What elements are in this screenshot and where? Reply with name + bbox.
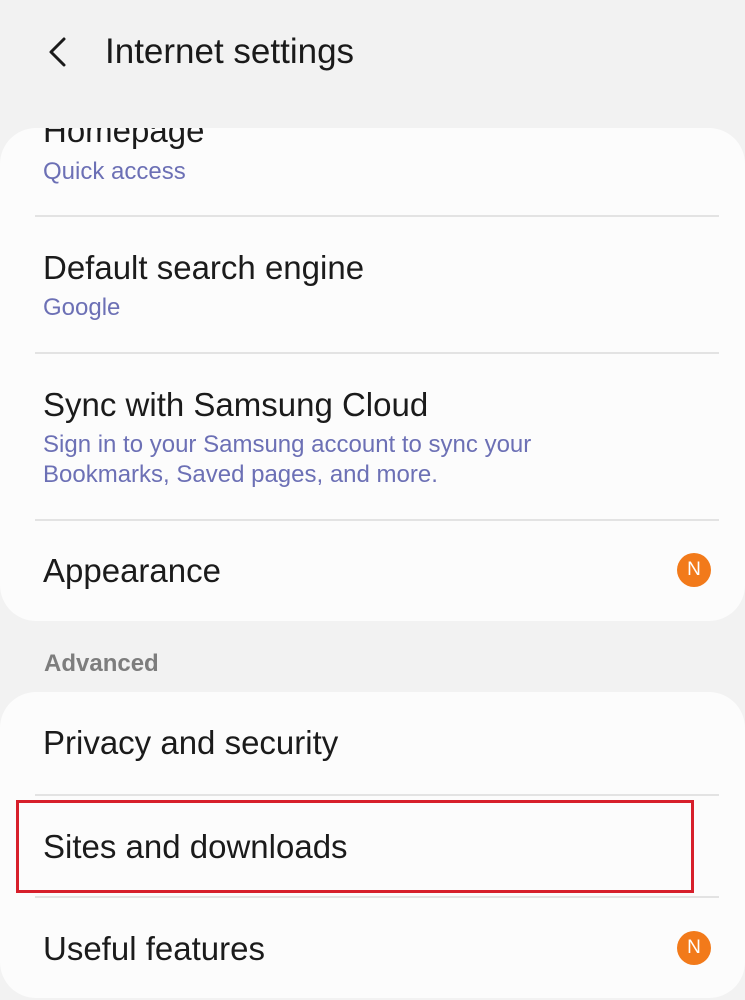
settings-item-subtitle: Bookmarks, Saved pages, and more. — [43, 461, 438, 488]
settings-item-title: Useful features — [43, 930, 265, 967]
settings-item-subtitle: Sign in to your Samsung account to sync … — [43, 431, 532, 458]
settings-item-privacy-security[interactable]: Privacy and security — [0, 692, 745, 794]
back-button[interactable] — [36, 30, 80, 74]
page-title: Internet settings — [105, 32, 355, 71]
advanced-settings-card: Privacy and security Sites and downloads… — [0, 692, 745, 998]
settings-item-title: Sync with Samsung Cloud — [43, 386, 429, 423]
section-header-advanced: Advanced — [44, 650, 159, 677]
settings-item-title: Sites and downloads — [43, 828, 348, 865]
settings-item-appearance[interactable]: Appearance N — [0, 521, 745, 621]
settings-item-title: Homepage — [43, 128, 205, 149]
chevron-left-icon — [49, 37, 66, 67]
app-header: Internet settings — [0, 0, 745, 105]
settings-item-useful-features[interactable]: Useful features N — [0, 898, 745, 998]
settings-item-sync-samsung-cloud[interactable]: Sync with Samsung Cloud Sign in to your … — [0, 354, 745, 519]
new-badge: N — [677, 553, 711, 587]
general-settings-card: Homepage Quick access Default search eng… — [0, 128, 745, 621]
settings-item-title: Appearance — [43, 552, 221, 589]
settings-item-default-search-engine[interactable]: Default search engine Google — [0, 217, 745, 352]
settings-item-title: Default search engine — [43, 249, 365, 286]
settings-item-homepage[interactable]: Homepage Quick access — [0, 128, 745, 216]
settings-item-title: Privacy and security — [43, 724, 339, 761]
new-badge: N — [677, 931, 711, 965]
settings-item-subtitle: Quick access — [43, 158, 186, 185]
settings-item-sites-downloads[interactable]: Sites and downloads — [0, 796, 745, 896]
settings-item-subtitle: Google — [43, 294, 121, 321]
